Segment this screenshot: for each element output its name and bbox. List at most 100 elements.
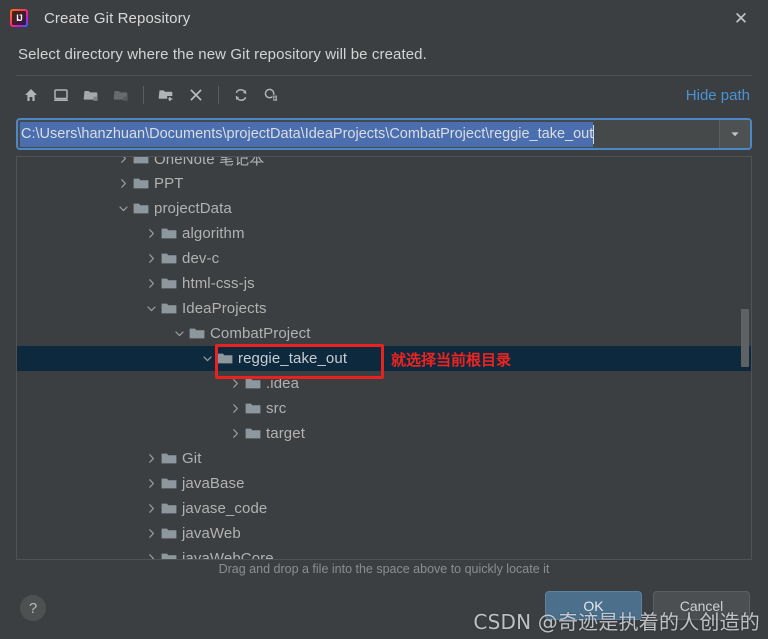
folder-icon (161, 552, 177, 559)
show-hidden-files-icon[interactable] (256, 81, 286, 109)
tree-row[interactable]: javaWebCore (17, 546, 751, 560)
refresh-icon[interactable] (226, 81, 256, 109)
tree-row[interactable]: IdeaProjects (17, 296, 751, 321)
tree-row-label: reggie_take_out (238, 350, 348, 367)
chevron-right-icon[interactable] (143, 453, 159, 464)
cancel-button[interactable]: Cancel (653, 591, 750, 620)
folder-icon (245, 402, 261, 415)
path-field-row[interactable]: C:\Users\hanzhuan\Documents\projectData\… (16, 118, 752, 150)
folder-icon (217, 352, 233, 365)
tree-row-label: PPT (154, 175, 184, 192)
module-folder-icon (106, 81, 136, 109)
folder-icon (133, 177, 149, 190)
home-icon[interactable] (16, 81, 46, 109)
new-folder-icon[interactable] (151, 81, 181, 109)
tree-row-label: src (266, 400, 287, 417)
tree-row-label: Git (182, 450, 202, 467)
file-chooser-toolbar: Hide path (16, 75, 752, 114)
chevron-right-icon[interactable] (143, 228, 159, 239)
folder-icon (245, 377, 261, 390)
directory-tree[interactable]: OneNote 笔记本 PPT projectData algorithm dev-c h… (17, 156, 751, 560)
folder-icon (161, 452, 177, 465)
chevron-right-icon[interactable] (143, 528, 159, 539)
dialog-button-bar: ? OK Cancel (0, 583, 768, 639)
toolbar-separator (143, 86, 144, 104)
chevron-right-icon[interactable] (227, 378, 243, 389)
directory-tree-panel[interactable]: OneNote 笔记本 PPT projectData algorithm dev-c h… (16, 156, 752, 560)
tree-row[interactable]: src (17, 396, 751, 421)
tree-row-label: javaBase (182, 475, 245, 492)
tree-row[interactable]: Git (17, 446, 751, 471)
tree-row-label: algorithm (182, 225, 245, 242)
path-history-dropdown[interactable] (719, 120, 750, 148)
dialog-prompt: Select directory where the new Git repos… (18, 46, 427, 63)
tree-row[interactable]: .idea (17, 371, 751, 396)
folder-icon (161, 227, 177, 240)
chevron-right-icon[interactable] (115, 178, 131, 189)
dialog-titlebar: Create Git Repository ✕ (0, 0, 768, 36)
tree-row[interactable]: PPT (17, 171, 751, 196)
tree-row-label: dev-c (182, 250, 220, 267)
chevron-right-icon[interactable] (143, 553, 159, 559)
folder-icon (161, 252, 177, 265)
chevron-down-icon[interactable] (143, 303, 159, 314)
tree-row[interactable]: target (17, 421, 751, 446)
tree-scrollbar[interactable] (739, 157, 751, 559)
close-icon[interactable]: ✕ (728, 5, 754, 31)
chevron-right-icon[interactable] (143, 253, 159, 264)
tree-row-label: javase_code (182, 500, 268, 517)
folder-icon (161, 302, 177, 315)
help-button[interactable]: ? (20, 595, 46, 621)
tree-row-label: target (266, 425, 305, 442)
intellij-idea-icon (10, 9, 28, 27)
project-folder-icon[interactable] (76, 81, 106, 109)
tree-row[interactable]: projectData (17, 196, 751, 221)
ok-button[interactable]: OK (545, 591, 642, 620)
chevron-down-icon (731, 132, 739, 137)
folder-icon (161, 527, 177, 540)
folder-icon (161, 277, 177, 290)
tree-row-label: javaWeb (182, 525, 241, 542)
tree-row-label: IdeaProjects (182, 300, 267, 317)
chevron-right-icon[interactable] (143, 503, 159, 514)
folder-icon (133, 157, 149, 165)
desktop-icon[interactable] (46, 81, 76, 109)
drag-drop-hint: Drag and drop a file into the space abov… (218, 562, 550, 576)
chevron-right-icon[interactable] (227, 403, 243, 414)
path-input[interactable]: C:\Users\hanzhuan\Documents\projectData\… (18, 120, 719, 148)
tree-row[interactable]: javaBase (17, 471, 751, 496)
folder-icon (161, 502, 177, 515)
tree-row-label: OneNote 笔记本 (154, 156, 265, 168)
chevron-right-icon[interactable] (115, 157, 131, 164)
folder-icon (189, 327, 205, 340)
text-caret (593, 124, 595, 144)
tree-row[interactable]: algorithm (17, 221, 751, 246)
tree-row-label: javaWebCore (182, 550, 274, 560)
folder-icon (161, 477, 177, 490)
tree-row[interactable]: javaWeb (17, 521, 751, 546)
delete-icon[interactable] (181, 81, 211, 109)
path-input-value: C:\Users\hanzhuan\Documents\projectData\… (20, 121, 594, 147)
hide-path-link[interactable]: Hide path (686, 87, 752, 104)
tree-row[interactable]: CombatProject (17, 321, 751, 346)
chevron-down-icon[interactable] (115, 203, 131, 214)
tree-row-label: projectData (154, 200, 232, 217)
chevron-right-icon[interactable] (143, 278, 159, 289)
tree-row-label: CombatProject (210, 325, 311, 342)
dialog-title: Create Git Repository (44, 9, 191, 27)
annotation-note: 就选择当前根目录 (391, 351, 512, 369)
tree-row[interactable]: html-css-js (17, 271, 751, 296)
folder-icon (245, 427, 261, 440)
tree-scrollbar-thumb[interactable] (741, 309, 749, 367)
chevron-down-icon[interactable] (171, 328, 187, 339)
tree-row-selected[interactable]: reggie_take_out (17, 346, 751, 371)
tree-row[interactable]: javase_code (17, 496, 751, 521)
folder-icon (133, 202, 149, 215)
chevron-right-icon[interactable] (143, 478, 159, 489)
chevron-down-icon[interactable] (199, 353, 215, 364)
tree-row-label: .idea (266, 375, 300, 392)
chevron-right-icon[interactable] (227, 428, 243, 439)
tree-row-label: html-css-js (182, 275, 255, 292)
tree-row[interactable]: dev-c (17, 246, 751, 271)
tree-row[interactable]: OneNote 笔记本 (17, 156, 751, 171)
